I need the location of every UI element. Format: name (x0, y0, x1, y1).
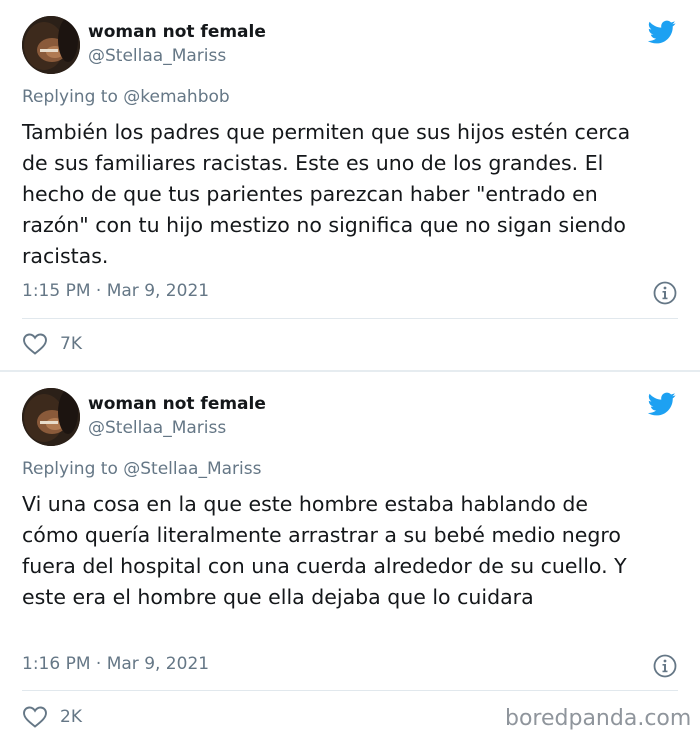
avatar-photo (22, 388, 80, 446)
author-name[interactable]: woman not female (88, 394, 266, 414)
tweet-card: woman not female @Stellaa_Mariss Replyin… (0, 0, 700, 371)
tweet-card: woman not female @Stellaa_Mariss Replyin… (0, 372, 700, 745)
tweet-timestamp[interactable]: 1:16 PM · Mar 9, 2021 (22, 654, 209, 674)
tweet-text: También los padres que permiten que sus … (22, 117, 672, 272)
tweet-text-line: fuera del hospital con una cuerda alrede… (22, 554, 627, 578)
replying-to: Replying to @kemahbob (22, 87, 230, 107)
info-icon[interactable] (652, 653, 678, 679)
avatar-photo (22, 16, 80, 74)
twitter-bird-icon[interactable] (646, 18, 678, 46)
watermark: boredpanda.com (505, 706, 692, 731)
replying-prefix: Replying to (22, 87, 118, 107)
tweet-text-line: También los padres que permiten que sus … (22, 120, 631, 144)
tweet-text-line: razón" con tu hijo mestizo no significa … (22, 213, 626, 237)
tweet-text-line: hecho de que tus parientes parezcan habe… (22, 182, 598, 206)
divider (22, 318, 678, 319)
author-name[interactable]: woman not female (88, 22, 266, 42)
reply-mention-link[interactable]: @Stellaa_Mariss (123, 459, 261, 479)
like-count[interactable]: 2K (60, 707, 82, 727)
twitter-bird-icon[interactable] (646, 390, 678, 418)
tweet-text-line: racistas. (22, 244, 109, 268)
heart-icon[interactable] (22, 705, 48, 729)
tweet-text-line: cómo quería literalmente arrastrar a su … (22, 523, 621, 547)
author-handle[interactable]: @Stellaa_Mariss (88, 46, 226, 66)
divider (22, 690, 678, 691)
reply-mention-link[interactable]: @kemahbob (123, 87, 229, 107)
tweet-text-line: este era el hombre que ella dejaba que l… (22, 585, 534, 609)
info-icon[interactable] (652, 280, 678, 306)
replying-to: Replying to @Stellaa_Mariss (22, 459, 261, 479)
heart-icon[interactable] (22, 332, 48, 356)
replying-prefix: Replying to (22, 459, 118, 479)
tweet-text-line: Vi una cosa en la que este hombre estaba… (22, 492, 589, 516)
avatar[interactable] (22, 16, 80, 74)
tweet-text-line: de sus familiares racistas. Este es uno … (22, 151, 604, 175)
like-count[interactable]: 7K (60, 334, 82, 354)
tweet-text: Vi una cosa en la que este hombre estaba… (22, 489, 672, 613)
author-handle[interactable]: @Stellaa_Mariss (88, 418, 226, 438)
avatar[interactable] (22, 388, 80, 446)
tweet-timestamp[interactable]: 1:15 PM · Mar 9, 2021 (22, 281, 209, 301)
